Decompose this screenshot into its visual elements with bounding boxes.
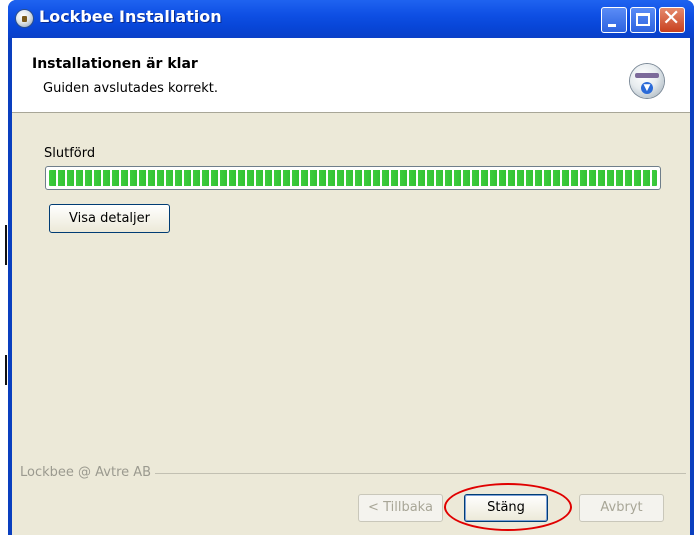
- footer-brand: Lockbee @ Avtre AB: [20, 465, 156, 480]
- status-label: Slutförd: [44, 146, 96, 161]
- close-icon: ✕: [662, 6, 681, 31]
- cancel-button[interactable]: Avbryt: [579, 494, 664, 522]
- close-window-button[interactable]: ✕: [659, 6, 685, 33]
- header-subtitle: Guiden avslutades korrekt.: [43, 81, 218, 96]
- installer-window: Lockbee Installation ✕ Installationen är…: [8, 0, 694, 535]
- background-mark: [5, 225, 7, 265]
- wizard-header: Installationen är klar Guiden avslutades…: [12, 38, 690, 113]
- progress-bar: [45, 166, 661, 190]
- dialog-body: Installationen är klar Guiden avslutades…: [12, 38, 690, 535]
- title-bar[interactable]: Lockbee Installation ✕: [8, 0, 694, 38]
- minimize-icon: [608, 24, 616, 27]
- background-mark: [5, 355, 7, 385]
- back-button[interactable]: < Tillbaka: [358, 494, 443, 522]
- installer-disc-icon: ▼: [630, 64, 664, 98]
- window-title: Lockbee Installation: [39, 7, 222, 26]
- maximize-icon: [636, 13, 650, 26]
- highlight-circle: [444, 483, 572, 531]
- header-title: Installationen är klar: [32, 56, 198, 72]
- maximize-button[interactable]: [630, 7, 656, 33]
- installer-globe-icon: [16, 10, 33, 27]
- minimize-button[interactable]: [601, 7, 627, 33]
- show-details-button[interactable]: Visa detaljer: [49, 204, 170, 233]
- progress-fill: [49, 170, 657, 186]
